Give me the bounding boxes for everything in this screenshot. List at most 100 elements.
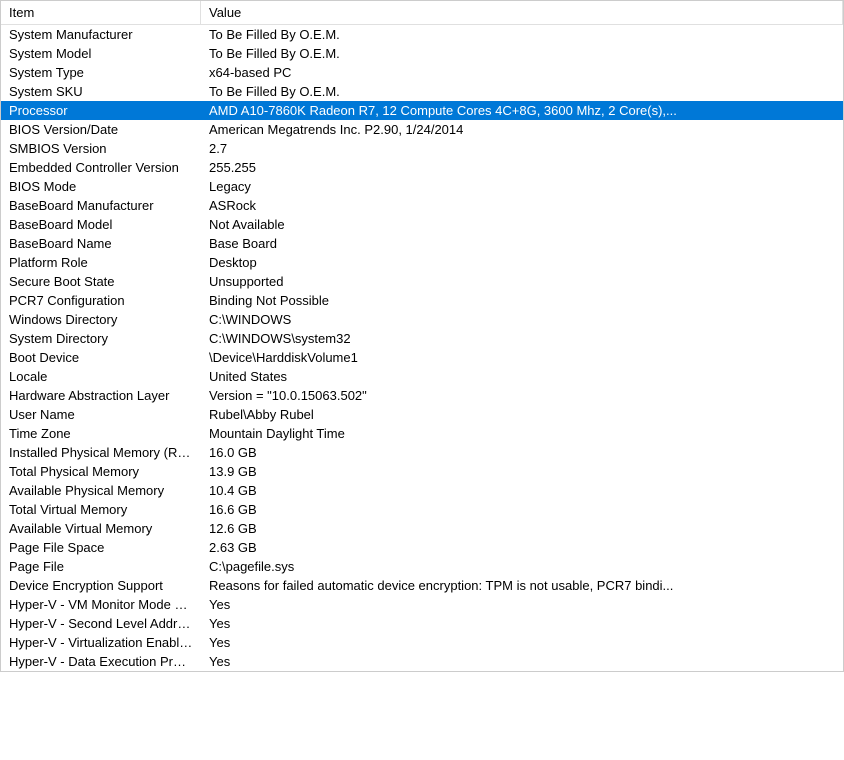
table-row[interactable]: Hyper-V - VM Monitor Mode E...Yes: [1, 595, 843, 614]
row-item-label: Available Physical Memory: [1, 481, 201, 500]
row-item-label: System Model: [1, 44, 201, 63]
row-item-label: User Name: [1, 405, 201, 424]
row-item-label: Boot Device: [1, 348, 201, 367]
row-item-value: Yes: [201, 595, 843, 614]
table-row[interactable]: ProcessorAMD A10-7860K Radeon R7, 12 Com…: [1, 101, 843, 120]
row-item-value: Desktop: [201, 253, 843, 272]
row-item-label: Device Encryption Support: [1, 576, 201, 595]
row-item-value: 13.9 GB: [201, 462, 843, 481]
row-item-label: SMBIOS Version: [1, 139, 201, 158]
row-item-value: United States: [201, 367, 843, 386]
header-value[interactable]: Value: [201, 1, 843, 24]
table-row[interactable]: BaseBoard NameBase Board: [1, 234, 843, 253]
table-row[interactable]: Available Physical Memory10.4 GB: [1, 481, 843, 500]
row-item-label: Windows Directory: [1, 310, 201, 329]
table-row[interactable]: SMBIOS Version2.7: [1, 139, 843, 158]
row-item-label: Page File Space: [1, 538, 201, 557]
table-row[interactable]: Embedded Controller Version255.255: [1, 158, 843, 177]
row-item-value: To Be Filled By O.E.M.: [201, 44, 843, 63]
row-item-label: Hyper-V - Data Execution Prote...: [1, 652, 201, 671]
table-row[interactable]: Windows DirectoryC:\WINDOWS: [1, 310, 843, 329]
row-item-label: Hardware Abstraction Layer: [1, 386, 201, 405]
row-item-label: Platform Role: [1, 253, 201, 272]
table-row[interactable]: Installed Physical Memory (RAM)16.0 GB: [1, 443, 843, 462]
header-item[interactable]: Item: [1, 1, 201, 24]
row-item-label: System Type: [1, 63, 201, 82]
row-item-label: BIOS Version/Date: [1, 120, 201, 139]
row-item-value: Mountain Daylight Time: [201, 424, 843, 443]
row-item-label: Hyper-V - Second Level Addres...: [1, 614, 201, 633]
table-row[interactable]: BIOS ModeLegacy: [1, 177, 843, 196]
row-item-label: Available Virtual Memory: [1, 519, 201, 538]
table-row[interactable]: User NameRubel\Abby Rubel: [1, 405, 843, 424]
row-item-label: BIOS Mode: [1, 177, 201, 196]
row-item-label: System Manufacturer: [1, 25, 201, 44]
row-item-label: Total Physical Memory: [1, 462, 201, 481]
row-item-value: Not Available: [201, 215, 843, 234]
table-row[interactable]: System DirectoryC:\WINDOWS\system32: [1, 329, 843, 348]
table-row[interactable]: Secure Boot StateUnsupported: [1, 272, 843, 291]
row-item-value: Yes: [201, 652, 843, 671]
row-item-label: System SKU: [1, 82, 201, 101]
table-row[interactable]: Boot Device\Device\HarddiskVolume1: [1, 348, 843, 367]
table-row[interactable]: Available Virtual Memory12.6 GB: [1, 519, 843, 538]
row-item-label: BaseBoard Manufacturer: [1, 196, 201, 215]
table-row[interactable]: BaseBoard ModelNot Available: [1, 215, 843, 234]
row-item-value: Unsupported: [201, 272, 843, 291]
table-row[interactable]: Platform RoleDesktop: [1, 253, 843, 272]
row-item-label: Hyper-V - Virtualization Enable...: [1, 633, 201, 652]
row-item-label: Processor: [1, 101, 201, 120]
table-row[interactable]: System SKUTo Be Filled By O.E.M.: [1, 82, 843, 101]
row-item-label: Total Virtual Memory: [1, 500, 201, 519]
table-row[interactable]: Hyper-V - Virtualization Enable...Yes: [1, 633, 843, 652]
row-item-label: BaseBoard Name: [1, 234, 201, 253]
table-row[interactable]: Total Physical Memory13.9 GB: [1, 462, 843, 481]
table-row[interactable]: Page File Space2.63 GB: [1, 538, 843, 557]
row-item-label: Locale: [1, 367, 201, 386]
row-item-value: American Megatrends Inc. P2.90, 1/24/201…: [201, 120, 843, 139]
row-item-value: 16.6 GB: [201, 500, 843, 519]
table-row[interactable]: System ManufacturerTo Be Filled By O.E.M…: [1, 25, 843, 44]
table-row[interactable]: Device Encryption SupportReasons for fai…: [1, 576, 843, 595]
row-item-value: 2.7: [201, 139, 843, 158]
row-item-value: C:\pagefile.sys: [201, 557, 843, 576]
table-row[interactable]: Total Virtual Memory16.6 GB: [1, 500, 843, 519]
row-item-label: Embedded Controller Version: [1, 158, 201, 177]
table-row[interactable]: System Typex64-based PC: [1, 63, 843, 82]
row-item-value: Yes: [201, 633, 843, 652]
table-row[interactable]: BIOS Version/DateAmerican Megatrends Inc…: [1, 120, 843, 139]
row-item-value: \Device\HarddiskVolume1: [201, 348, 843, 367]
row-item-value: 16.0 GB: [201, 443, 843, 462]
system-info-list: Item Value System ManufacturerTo Be Fill…: [0, 0, 844, 672]
row-item-value: Legacy: [201, 177, 843, 196]
row-item-label: System Directory: [1, 329, 201, 348]
row-item-value: Yes: [201, 614, 843, 633]
table-row[interactable]: PCR7 ConfigurationBinding Not Possible: [1, 291, 843, 310]
row-item-value: To Be Filled By O.E.M.: [201, 25, 843, 44]
row-item-label: Time Zone: [1, 424, 201, 443]
row-item-label: Installed Physical Memory (RAM): [1, 443, 201, 462]
row-item-label: Secure Boot State: [1, 272, 201, 291]
table-row[interactable]: Time ZoneMountain Daylight Time: [1, 424, 843, 443]
row-item-label: PCR7 Configuration: [1, 291, 201, 310]
row-item-value: ASRock: [201, 196, 843, 215]
row-item-value: C:\WINDOWS: [201, 310, 843, 329]
row-item-value: C:\WINDOWS\system32: [201, 329, 843, 348]
table-row[interactable]: BaseBoard ManufacturerASRock: [1, 196, 843, 215]
table-row[interactable]: LocaleUnited States: [1, 367, 843, 386]
row-item-value: To Be Filled By O.E.M.: [201, 82, 843, 101]
row-item-value: x64-based PC: [201, 63, 843, 82]
table-row[interactable]: Hardware Abstraction LayerVersion = "10.…: [1, 386, 843, 405]
row-item-value: Rubel\Abby Rubel: [201, 405, 843, 424]
table-row[interactable]: Hyper-V - Data Execution Prote...Yes: [1, 652, 843, 671]
row-item-value: 12.6 GB: [201, 519, 843, 538]
table-row[interactable]: Page FileC:\pagefile.sys: [1, 557, 843, 576]
table-row[interactable]: System ModelTo Be Filled By O.E.M.: [1, 44, 843, 63]
table-row[interactable]: Hyper-V - Second Level Addres...Yes: [1, 614, 843, 633]
list-header: Item Value: [1, 1, 843, 25]
row-item-value: Reasons for failed automatic device encr…: [201, 576, 843, 595]
row-item-value: 10.4 GB: [201, 481, 843, 500]
row-item-label: Hyper-V - VM Monitor Mode E...: [1, 595, 201, 614]
row-item-value: 2.63 GB: [201, 538, 843, 557]
row-item-label: Page File: [1, 557, 201, 576]
